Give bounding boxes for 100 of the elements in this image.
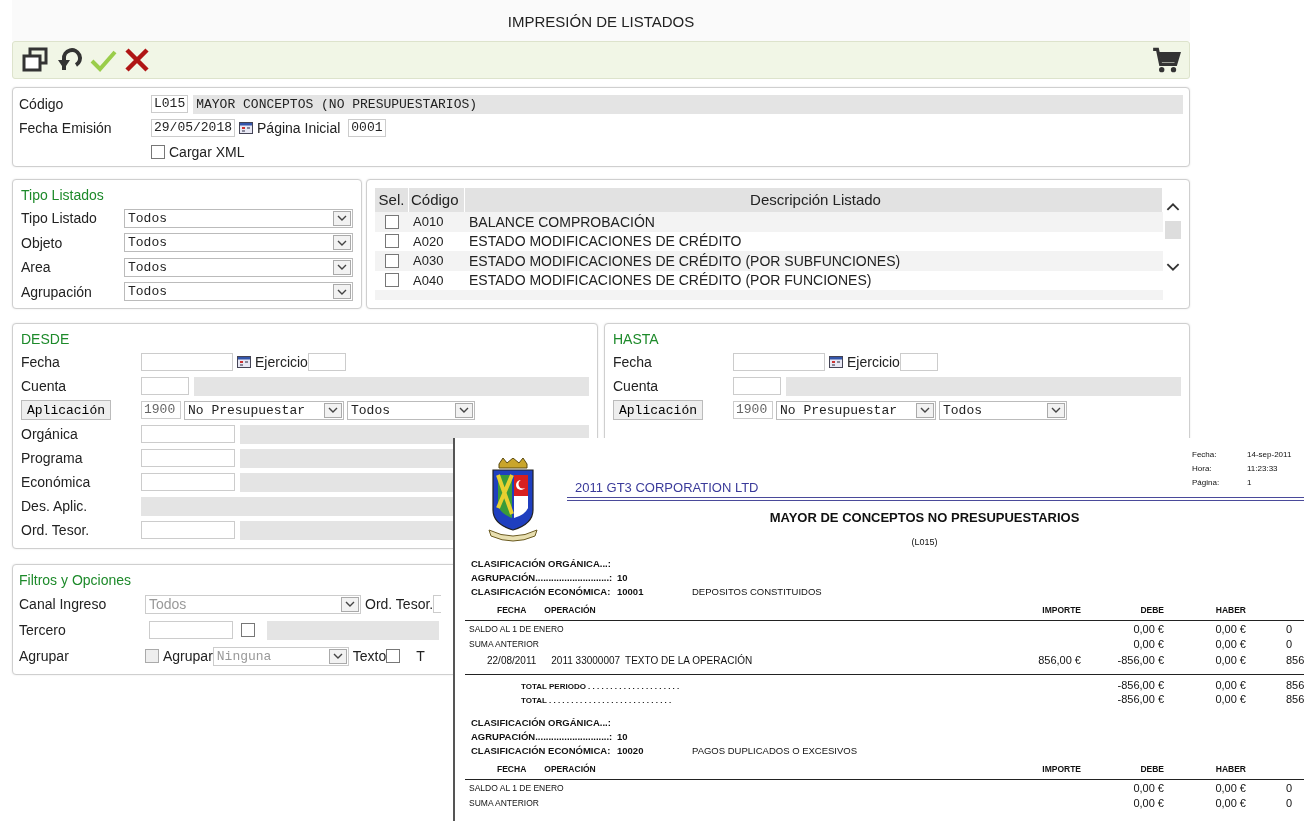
table-cell-text: 0,00 € bbox=[1132, 796, 1164, 809]
field-label: Ejercicio bbox=[255, 354, 308, 370]
description-field: MAYOR CONCEPTOS (NO PRESUPUESTARIOS) bbox=[193, 94, 1183, 114]
table-cell[interactable]: ESTADO MODIFICACIONES DE CRÉDITO bbox=[465, 233, 1163, 250]
dropdown[interactable]: No Presupuestar bbox=[776, 400, 936, 420]
text-field[interactable] bbox=[149, 621, 233, 639]
table-cell-text: 0 bbox=[1285, 622, 1294, 635]
field-label: Cuenta bbox=[613, 378, 660, 394]
column-header: OPERACIÓN bbox=[544, 764, 596, 774]
field-label: Tipo Listado bbox=[21, 210, 98, 227]
column-header: FECHA bbox=[497, 605, 527, 615]
cart-icon[interactable] bbox=[1151, 45, 1181, 75]
column-header: DEBE bbox=[1139, 764, 1164, 774]
dropdown[interactable]: Todos bbox=[939, 400, 1067, 420]
dropdown[interactable]: Todos bbox=[124, 257, 353, 277]
code-field[interactable] bbox=[141, 425, 235, 443]
line-label: SALDO AL 1 DE ENERO bbox=[469, 624, 564, 634]
group-label: CLASIFICACIÓN ORGÁNICA...: bbox=[471, 557, 612, 569]
scroll-up-icon[interactable] bbox=[1166, 202, 1180, 211]
calendar-icon[interactable] bbox=[239, 122, 253, 134]
field-label: Económica bbox=[21, 474, 92, 490]
table-cell-text: 0 bbox=[1285, 781, 1294, 794]
date-field[interactable] bbox=[141, 353, 233, 371]
group-label: CLASIFICACIÓN ECONÓMICA: bbox=[471, 744, 612, 756]
chevron-down-icon bbox=[328, 407, 338, 413]
group-label: CLASIFICACIÓN ORGÁNICA...: bbox=[471, 716, 612, 728]
dropdown[interactable]: Todos bbox=[124, 208, 353, 228]
table-cell-text: A030 bbox=[412, 253, 445, 269]
group-value: 10 bbox=[617, 730, 629, 742]
table-cell-text: 0,00 € bbox=[1214, 637, 1246, 650]
table-cell-text: 0,00 € bbox=[1214, 622, 1246, 635]
table-cell-text: 0 bbox=[1285, 796, 1294, 809]
line-label: SUMA ANTERIOR bbox=[469, 798, 539, 808]
code-field[interactable] bbox=[141, 521, 235, 539]
code-field[interactable] bbox=[141, 449, 235, 467]
year-field[interactable]: 1900 bbox=[733, 401, 773, 419]
code-field[interactable] bbox=[733, 377, 781, 395]
field-label: Ord. Tesor. bbox=[365, 596, 434, 612]
date-field[interactable] bbox=[733, 353, 825, 371]
field-label: Orgánica bbox=[21, 426, 79, 442]
table-cell[interactable]: ESTADO MODIFICACIONES DE CRÉDITO (POR FUNCIONES) bbox=[465, 272, 1163, 289]
column-header: FECHA bbox=[497, 764, 527, 774]
table-cell[interactable]: ESTADO MODIFICACIONES DE CRÉDITO (POR SUBFUNCIONES) bbox=[465, 252, 1163, 269]
chevron-down-icon bbox=[920, 407, 930, 413]
field-label: Fecha bbox=[21, 354, 61, 370]
table-cell-text: 0 bbox=[1285, 637, 1294, 650]
table-cell-text: 856,00 € bbox=[1037, 654, 1081, 666]
checkbox[interactable] bbox=[385, 234, 399, 249]
table-cell-text: -856,00 € bbox=[1116, 693, 1164, 705]
dropdown[interactable]: Todos bbox=[124, 233, 353, 253]
checkbox[interactable] bbox=[385, 214, 399, 229]
year-field[interactable] bbox=[307, 353, 346, 371]
field-label: Objeto bbox=[21, 234, 64, 251]
checkbox[interactable] bbox=[151, 145, 165, 159]
code-field[interactable] bbox=[141, 473, 235, 491]
table-cell-text: 856 bbox=[1285, 679, 1304, 691]
company-name: 2011 GT3 CORPORATION LTD bbox=[575, 480, 759, 495]
year-field[interactable]: 1900 bbox=[141, 401, 181, 419]
dropdown[interactable]: Todos bbox=[347, 400, 475, 420]
table-cell-text: 0,00 € bbox=[1214, 796, 1246, 809]
calendar-icon[interactable] bbox=[237, 356, 251, 368]
scroll-down-icon[interactable] bbox=[1166, 263, 1180, 272]
close-icon[interactable] bbox=[123, 46, 151, 74]
field-label: Area bbox=[21, 259, 52, 276]
code-field[interactable]: L015 bbox=[151, 95, 189, 113]
page-field[interactable]: 0001 bbox=[348, 119, 386, 137]
date-field[interactable]: 29/05/2018 bbox=[151, 119, 235, 137]
group-label: AGRUPACIÓN............................: bbox=[471, 730, 614, 742]
dropdown[interactable]: Todos bbox=[124, 282, 353, 302]
total-label: TOTAL . . . . . . . . . . . . . . . . . . . . . . . . . . . . bbox=[521, 695, 672, 705]
checkbox[interactable] bbox=[385, 253, 399, 268]
calendar-icon[interactable] bbox=[829, 356, 843, 368]
aplicacion-button[interactable]: Aplicación bbox=[21, 400, 111, 420]
group-value: 10020 bbox=[617, 744, 645, 756]
windows-icon[interactable] bbox=[21, 46, 49, 74]
aplicacion-button[interactable]: Aplicación bbox=[613, 400, 703, 420]
code-field[interactable] bbox=[141, 377, 189, 395]
checkbox[interactable] bbox=[385, 273, 399, 288]
year-field[interactable] bbox=[899, 353, 938, 371]
checkbox[interactable] bbox=[241, 623, 255, 637]
window-title: IMPRESIÓN DE LISTADOS bbox=[12, 0, 1190, 41]
field-label: Agrupar bbox=[19, 648, 70, 664]
table-cell[interactable]: BALANCE COMPROBACIÓN bbox=[465, 213, 1163, 230]
table-cell: 2011 33000007 bbox=[551, 654, 621, 666]
table-cell-text: A040 bbox=[412, 272, 445, 288]
field-label: Des. Aplic. bbox=[21, 498, 89, 514]
section-title: Filtros y Opciones bbox=[19, 571, 132, 590]
group-description: DEPOSITOS CONSTITUIDOS bbox=[692, 585, 822, 597]
chevron-down-icon bbox=[337, 239, 347, 246]
checkbox-label: Cargar XML bbox=[169, 144, 245, 160]
scroll-thumb[interactable] bbox=[1165, 221, 1181, 239]
table-cell: 22/08/2011 bbox=[487, 654, 537, 666]
field-label: Agrupación bbox=[21, 283, 93, 300]
dropdown[interactable]: No Presupuestar bbox=[184, 400, 344, 420]
field-label: Cuenta bbox=[21, 378, 68, 394]
code-field[interactable] bbox=[433, 595, 442, 613]
checkbox[interactable] bbox=[145, 649, 159, 663]
table-cell-text: 0,00 € bbox=[1214, 679, 1246, 691]
table-cell-text: 0,00 € bbox=[1214, 693, 1246, 705]
checkbox[interactable] bbox=[386, 649, 401, 663]
